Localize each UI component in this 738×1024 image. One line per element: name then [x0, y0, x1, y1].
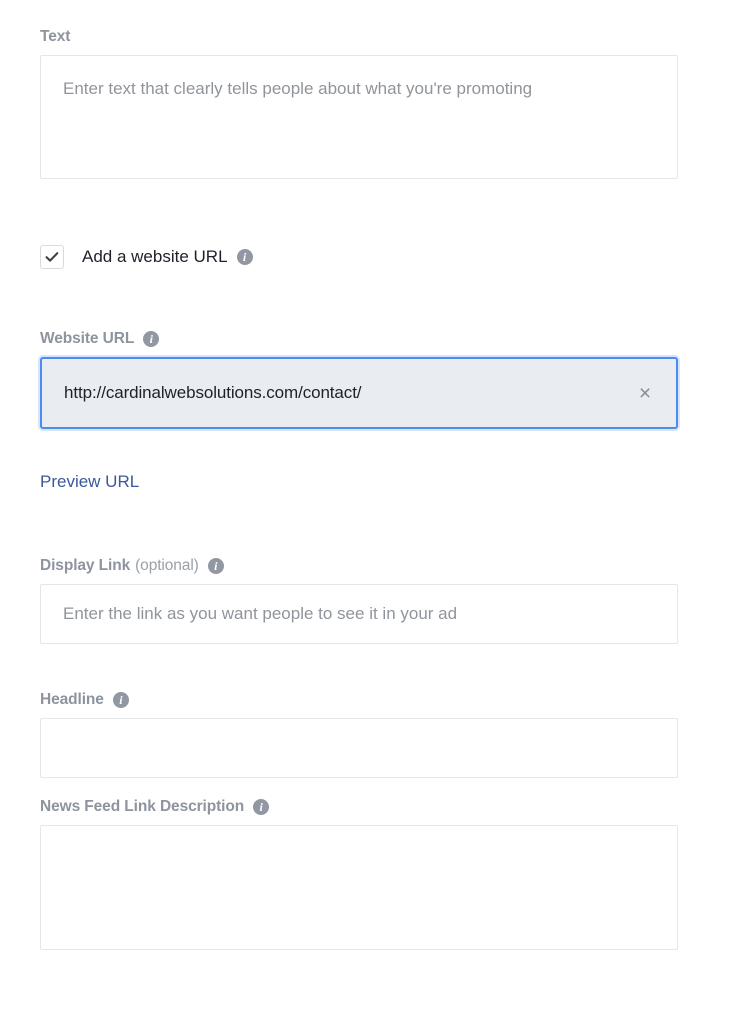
website-url-input[interactable]: http://cardinalwebsolutions.com/contact/ — [64, 383, 632, 403]
preview-url-link[interactable]: Preview URL — [40, 472, 139, 492]
website-url-label-text: Website URL — [40, 330, 135, 347]
headline-group: Headline i — [40, 691, 678, 778]
info-icon-glyph: i — [242, 249, 247, 264]
website-url-group: Website URL i http://cardinalwebsolution… — [40, 330, 678, 429]
headline-label-text: Headline — [40, 691, 104, 708]
website-url-input-wrapper[interactable]: http://cardinalwebsolutions.com/contact/… — [40, 357, 678, 429]
headline-input[interactable] — [40, 718, 678, 778]
ad-creative-form: Text Add a website URL i Website URL i h… — [0, 0, 738, 1024]
info-icon-glyph: i — [214, 558, 218, 573]
info-icon[interactable]: i — [143, 331, 160, 347]
add-website-url-checkbox[interactable] — [40, 245, 64, 269]
news-feed-link-description-group: News Feed Link Description i — [40, 798, 678, 950]
display-link-label-text: Display Link — [40, 557, 131, 574]
display-link-group: Display Link (optional) i — [40, 557, 678, 644]
info-icon-glyph: i — [149, 331, 153, 346]
text-field-label: Text — [40, 28, 678, 46]
info-icon[interactable]: i — [207, 558, 224, 574]
info-icon[interactable]: i — [253, 799, 270, 815]
add-website-url-label-text: Add a website URL — [82, 247, 228, 266]
news-feed-link-description-label: News Feed Link Description i — [40, 798, 678, 816]
website-url-label: Website URL i — [40, 330, 678, 348]
headline-label: Headline i — [40, 691, 678, 709]
display-link-optional-text: (optional) — [135, 557, 199, 574]
info-icon[interactable]: i — [112, 692, 129, 708]
info-icon[interactable]: i — [236, 249, 253, 265]
add-website-url-label: Add a website URL i — [82, 247, 253, 267]
text-field-label-text: Text — [40, 28, 71, 45]
text-field-group: Text — [40, 28, 678, 179]
add-website-url-checkbox-row[interactable]: Add a website URL i — [40, 245, 253, 269]
checkmark-icon — [45, 252, 59, 262]
news-feed-link-description-label-text: News Feed Link Description — [40, 798, 245, 815]
display-link-label: Display Link (optional) i — [40, 557, 678, 575]
text-input[interactable] — [40, 55, 678, 179]
clear-icon[interactable]: × — [632, 380, 658, 406]
news-feed-link-description-input[interactable] — [40, 825, 678, 950]
display-link-input[interactable] — [40, 584, 678, 644]
info-icon-glyph: i — [119, 692, 123, 707]
info-icon-glyph: i — [259, 799, 263, 814]
